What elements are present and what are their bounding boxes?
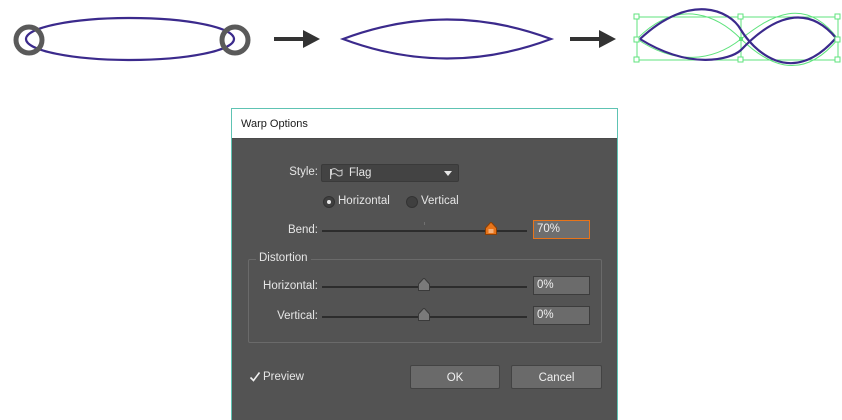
style-label: Style: [289,166,318,178]
arrow-right-icon [570,30,616,48]
bend-slider-thumb[interactable] [485,222,497,235]
cancel-button[interactable]: Cancel [511,365,602,389]
distortion-vertical-label: Vertical: [277,310,318,322]
vertical-radio[interactable] [406,196,418,208]
distortion-vertical-slider-thumb[interactable] [418,308,430,321]
step3-flag-warped-shape [633,8,841,67]
distortion-horizontal-slider-thumb[interactable] [418,278,430,291]
arrow-right-icon [274,30,320,48]
step2-lens-shape [339,18,555,60]
bend-slider-center-tick [424,222,425,225]
distortion-group [248,259,602,343]
warp-options-dialog: Warp Options Style: Flag Horizontal Vert… [231,108,618,420]
vertical-radio-label[interactable]: Vertical [421,195,459,207]
warp-illustration [13,8,841,67]
chevron-down-icon [444,171,452,176]
preview-checkbox[interactable] [249,371,261,383]
horizontal-radio-label[interactable]: Horizontal [338,195,390,207]
flag-icon [330,168,343,179]
preview-label[interactable]: Preview [263,371,304,383]
distortion-horizontal-value-field[interactable]: 0% [533,276,590,295]
left-anchor-handle [13,24,45,56]
ok-button[interactable]: OK [410,365,500,389]
distortion-horizontal-label: Horizontal: [263,280,318,292]
distortion-vertical-value-field[interactable]: 0% [533,306,590,325]
style-dropdown[interactable]: Flag [321,164,459,182]
center-point [739,37,743,41]
dialog-titlebar[interactable]: Warp Options [232,109,617,139]
horizontal-radio[interactable] [323,196,335,208]
bend-value-field[interactable]: 70% [533,220,590,239]
dialog-title: Warp Options [241,118,308,130]
distortion-group-label: Distortion [256,252,311,264]
style-dropdown-value: Flag [349,167,372,179]
bend-label: Bend: [287,224,318,236]
step1-ellipse-shape [13,16,251,62]
